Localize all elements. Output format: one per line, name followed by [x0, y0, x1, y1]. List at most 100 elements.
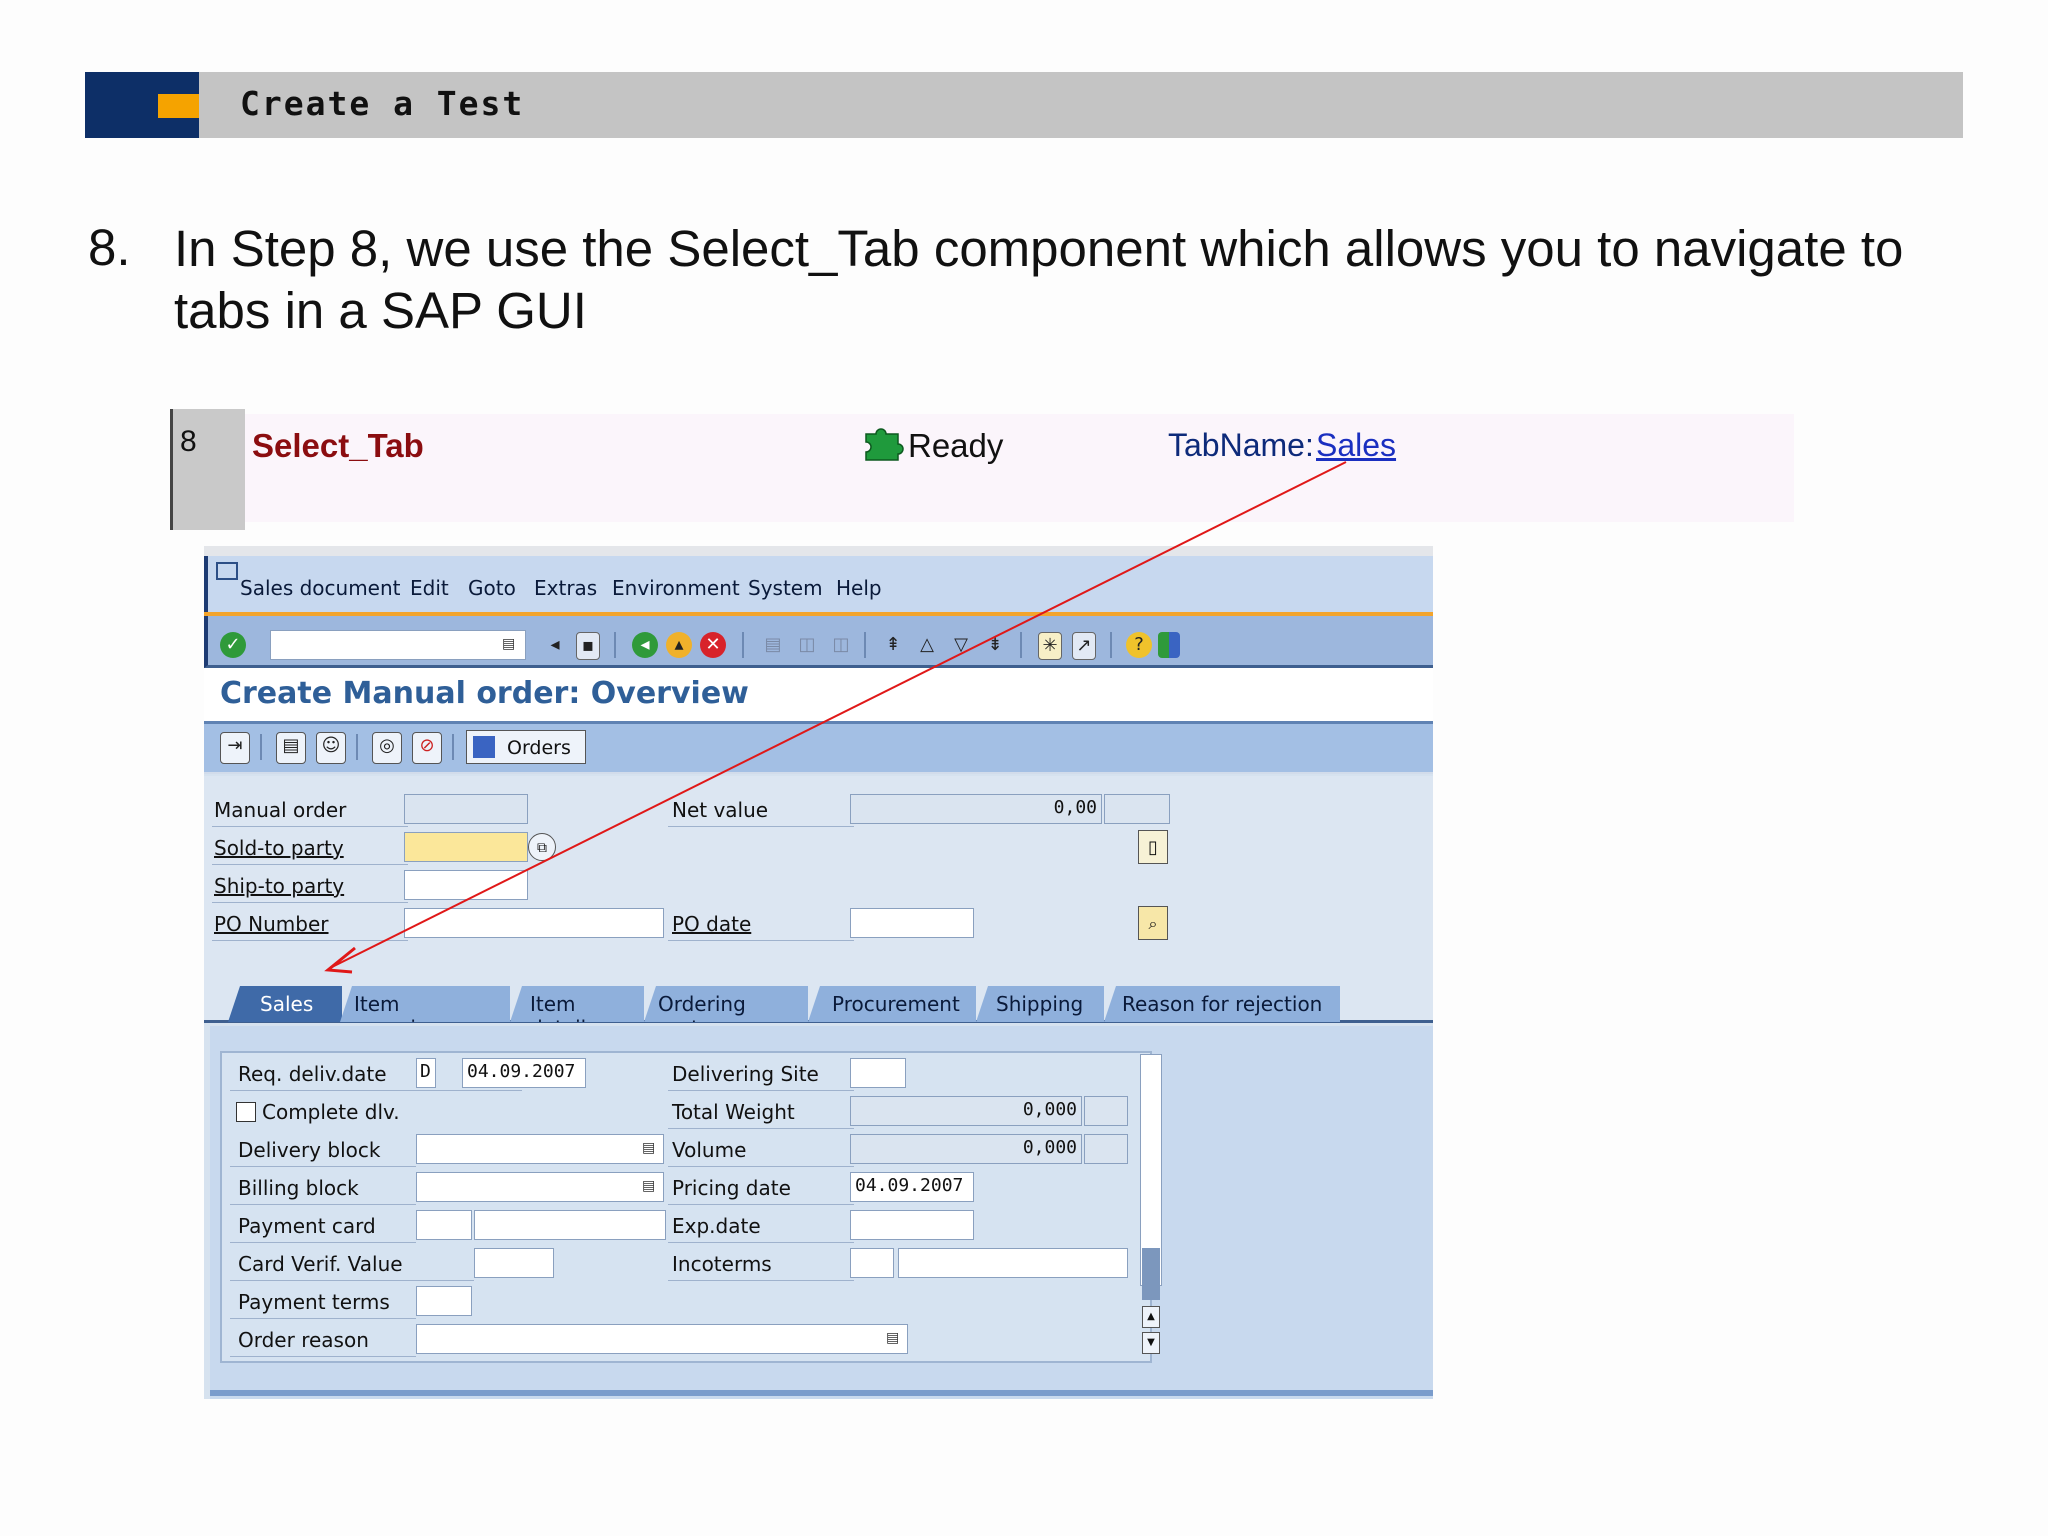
display-document-flow-icon[interactable]: ⇥	[220, 732, 250, 764]
label-underline	[230, 1204, 416, 1205]
incoterms-code-field[interactable]	[850, 1248, 894, 1278]
parameter-value-link[interactable]: Sales	[1316, 427, 1396, 464]
po-date-field[interactable]	[850, 908, 974, 938]
exp-date-field[interactable]	[850, 1210, 974, 1240]
label-underline	[230, 1280, 474, 1281]
help-icon[interactable]: ?	[1126, 632, 1152, 658]
toolbar-separator	[742, 632, 744, 658]
tab-item-overview[interactable]: Item overview	[340, 986, 510, 1022]
label-underline	[230, 1356, 416, 1357]
label-underline	[212, 902, 408, 903]
menu-help[interactable]: Help	[836, 576, 882, 600]
save-icon[interactable]: ▪	[576, 632, 600, 660]
dropdown-icon[interactable]: ▤	[886, 1330, 899, 1346]
menu-system[interactable]: System	[748, 576, 823, 600]
orders-button-label: Orders	[507, 737, 571, 759]
shortcut-icon[interactable]: ↗	[1072, 632, 1096, 660]
volume-label: Volume	[672, 1138, 747, 1162]
billing-block-field[interactable]	[416, 1172, 664, 1202]
partner-icon[interactable]: ☺	[316, 732, 346, 764]
po-date-label[interactable]: PO date	[672, 912, 751, 936]
delivery-block-field[interactable]	[416, 1134, 664, 1164]
tab-reason-for-rejection[interactable]: Reason for rejection	[1104, 986, 1340, 1022]
ship-to-party-label[interactable]: Ship-to party	[214, 874, 344, 898]
complete-dlv-checkbox[interactable]	[236, 1102, 256, 1122]
tab-sales[interactable]: Sales	[228, 986, 342, 1022]
back-green-icon[interactable]: ◂	[632, 632, 658, 658]
payment-terms-field[interactable]	[416, 1286, 472, 1316]
po-number-field[interactable]	[404, 908, 664, 938]
create-session-icon[interactable]: ✳	[1038, 632, 1062, 660]
tab-procurement[interactable]: Procurement	[808, 986, 976, 1022]
dropdown-icon[interactable]: ▤	[642, 1178, 655, 1194]
req-deliv-unit-field[interactable]: D	[416, 1058, 436, 1088]
ship-to-party-field[interactable]	[404, 870, 528, 900]
slide-title: Create a Test	[240, 84, 525, 123]
label-underline	[668, 940, 854, 941]
find-icon[interactable]: ◫	[794, 632, 820, 658]
first-page-icon[interactable]: ⇞	[880, 632, 906, 658]
tab-ordering-party[interactable]: Ordering party	[644, 986, 808, 1022]
print-icon[interactable]: ▤	[760, 632, 786, 658]
sold-to-party-label[interactable]: Sold-to party	[214, 836, 344, 860]
orders-button[interactable]: Orders	[466, 730, 586, 764]
toolbar-separator	[260, 734, 262, 760]
status-text: Ready	[908, 427, 1004, 464]
req-deliv-date-field[interactable]: 04.09.2007	[462, 1058, 586, 1088]
sold-to-party-field[interactable]	[404, 832, 528, 862]
card-verif-value-field[interactable]	[474, 1248, 554, 1278]
find-next-icon[interactable]: ◫	[828, 632, 854, 658]
enter-icon[interactable]: ✓	[220, 632, 246, 658]
incoterms-label: Incoterms	[672, 1252, 772, 1276]
document-icon[interactable]: ◎	[372, 732, 402, 764]
command-field[interactable]	[270, 630, 526, 660]
complete-dlv-label: Complete dlv.	[262, 1100, 400, 1124]
header-details-icon[interactable]: ▤	[276, 732, 306, 764]
delivering-site-field[interactable]	[850, 1058, 906, 1088]
system-menu-icon[interactable]	[216, 562, 238, 580]
new-document-icon[interactable]: ▯	[1138, 830, 1168, 864]
order-reason-field[interactable]	[416, 1324, 908, 1354]
menu-sales-document[interactable]: Sales document	[240, 576, 401, 600]
pricing-date-field[interactable]: 04.09.2007	[850, 1172, 974, 1202]
delete-icon[interactable]: ⊘	[412, 732, 442, 764]
tab-item-detail[interactable]: Item detail	[510, 986, 644, 1022]
value-help-icon[interactable]: ⧉	[528, 833, 556, 861]
incoterms-location-field[interactable]	[898, 1248, 1128, 1278]
scrollbar-thumb[interactable]	[1142, 1248, 1160, 1300]
menu-goto[interactable]: Goto	[468, 576, 516, 600]
payment-card-type-field[interactable]	[416, 1210, 472, 1240]
search-icon[interactable]: ⌕	[1138, 906, 1168, 940]
label-underline	[668, 1242, 854, 1243]
toolbar-separator	[1110, 632, 1112, 658]
prev-page-icon[interactable]: △	[914, 632, 940, 658]
toolbar-separator	[614, 632, 616, 658]
command-history-icon[interactable]: ▤	[502, 636, 515, 652]
net-value-field: 0,00	[850, 794, 1102, 824]
back-icon[interactable]: ◂	[542, 632, 568, 658]
dropdown-icon[interactable]: ▤	[642, 1140, 655, 1156]
card-verif-value-label: Card Verif. Value	[238, 1252, 403, 1276]
label-underline	[212, 864, 408, 865]
next-page-icon[interactable]: ▽	[948, 632, 974, 658]
currency-field	[1104, 794, 1170, 824]
label-underline	[230, 1242, 416, 1243]
label-underline	[230, 1318, 416, 1319]
tab-shipping[interactable]: Shipping	[976, 986, 1104, 1022]
layout-icon[interactable]	[1158, 632, 1180, 658]
payment-card-number-field[interactable]	[474, 1210, 666, 1240]
exp-date-label: Exp.date	[672, 1214, 761, 1238]
delivery-block-label: Delivery block	[238, 1138, 381, 1162]
cancel-icon[interactable]: ✕	[700, 632, 726, 658]
scroll-up-icon[interactable]: ▲	[1142, 1306, 1160, 1328]
menu-extras[interactable]: Extras	[534, 576, 597, 600]
po-number-label[interactable]: PO Number	[214, 912, 329, 936]
label-underline	[668, 1280, 854, 1281]
exit-icon[interactable]: ▴	[666, 632, 692, 658]
scroll-down-icon[interactable]: ▼	[1142, 1332, 1160, 1354]
menu-environment[interactable]: Environment	[612, 576, 740, 600]
last-page-icon[interactable]: ⇟	[982, 632, 1008, 658]
menu-edit[interactable]: Edit	[410, 576, 449, 600]
label-underline	[668, 1090, 854, 1091]
step-description: In Step 8, we use the Select_Tab compone…	[174, 220, 1904, 339]
